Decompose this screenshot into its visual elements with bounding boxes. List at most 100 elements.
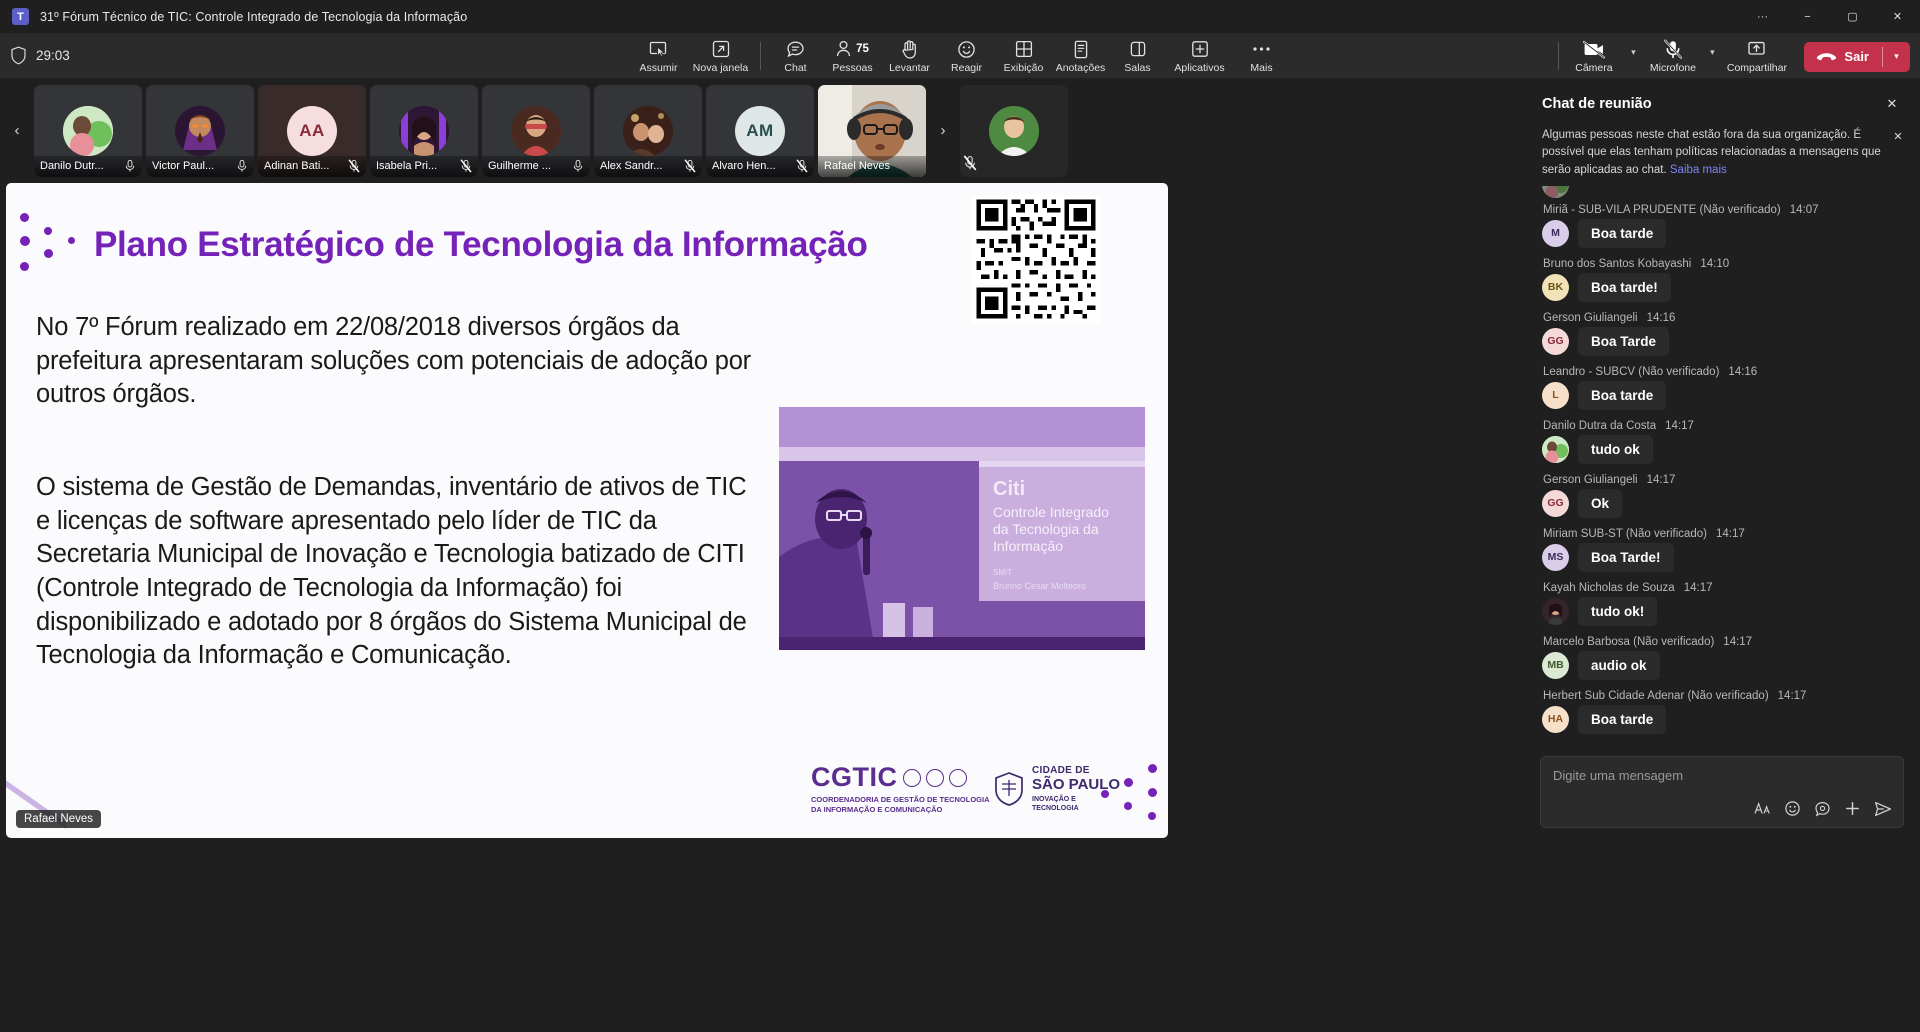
participant-tile[interactable]: Guilherme ... [482,84,590,177]
apps-label: Aplicativos [1174,61,1225,74]
chat-message: Gerson Giuliangeli 14:17 GG Ok [1542,474,1904,518]
participant-namebar: Danilo Dutr... [34,155,142,177]
dismiss-notice-icon[interactable]: ✕ [1888,127,1908,147]
hang-up-icon [1816,51,1837,63]
avatar [175,105,225,156]
close-chat-icon[interactable]: ✕ [1879,91,1905,117]
share-screen-icon [1745,39,1768,60]
new-window-button[interactable]: Nova janela [687,36,754,76]
take-control-button[interactable]: Assumir [630,36,687,76]
meeting-toolbar: 29:03 Assumir Nova janela Chat 75 Pessoa… [0,33,1920,78]
people-label: Pessoas [832,61,873,74]
chat-message-input[interactable] [1541,757,1903,787]
participant-name: Danilo Dutr... [40,160,104,172]
microphone-off-icon [1663,39,1683,60]
chat-message-body: tudo ok! [1542,596,1904,626]
view-icon [1014,39,1034,60]
participant-namebar: Victor Paul... [146,155,254,177]
decor-dot [1148,764,1157,773]
filmstrip-prev-button[interactable]: ‹ [4,85,30,177]
chat-message: Gerson Giuliangeli 14:16 GG Boa Tarde [1542,312,1904,356]
chat-time: 14:17 [1777,689,1807,702]
toolbar-right-controls: Câmera ▾ Microfone ▾ Compartilhar Sair ▾ [1552,36,1910,76]
chat-author: Miriam SUB-ST (Não verificado) [1543,527,1708,540]
chat-text: Ok [1578,488,1623,518]
send-icon[interactable] [1869,796,1896,821]
leave-meeting-button[interactable]: Sair [1804,42,1882,72]
chat-message-meta: Kayah Nicholas de Souza 14:17 [1542,582,1904,594]
decor-dot [1124,778,1133,787]
more-options-button[interactable]: Mais [1233,36,1290,76]
shared-content-stage[interactable]: Plano Estratégico de Tecnologia da Infor… [6,183,1168,838]
avatar [1542,597,1569,625]
avatar: GG [1542,489,1569,517]
chat-message-meta: Herbert Sub Cidade Adenar (Não verificad… [1542,690,1904,702]
chat-message: Kayah Nicholas de Souza 14:17 tudo ok! [1542,582,1904,626]
react-label: Reagir [951,61,982,74]
notes-button[interactable]: Anotações [1052,36,1109,76]
chat-notice-link[interactable]: Saiba mais [1670,164,1727,176]
filmstrip-next-button[interactable]: › [930,85,956,177]
chat-scroll-peek [1542,185,1904,198]
participant-tile[interactable]: Alex Sandr... [594,84,702,177]
chat-author: Kayah Nicholas de Souza [1543,581,1675,594]
elapsed-time: 29:03 [36,48,70,63]
chat-message-body: BK Boa tarde! [1542,272,1904,302]
svg-text:Informação: Informação [993,538,1063,554]
decor-dot [1101,790,1109,798]
participant-name: Victor Paul... [152,160,215,172]
cgtic-logo: CGTIC COORDENADORIA DE GESTÃO DE TECNOLO… [811,762,989,815]
participant-tile[interactable]: AA Adinan Bati... [258,84,366,177]
chat-message-list[interactable]: Miriã - SUB-VILA PRUDENTE (Não verificad… [1528,185,1914,750]
minimize-button[interactable]: − [1785,0,1830,33]
more-window-options-button[interactable]: ··· [1740,0,1785,33]
breakout-rooms-button[interactable]: Salas [1109,36,1166,76]
format-text-icon[interactable] [1749,796,1776,821]
view-button[interactable]: Exibição [995,36,1052,76]
participant-tile[interactable]: AM Alvaro Hen... [706,84,814,177]
avatar [1542,185,1569,198]
people-icon: 75 [836,39,869,60]
participant-tile[interactable]: Danilo Dutr... [34,84,142,177]
chat-author: Gerson Giuliangeli [1543,473,1638,486]
presenter-name-badge: Rafael Neves [16,810,102,828]
chat-author: Marcelo Barbosa (Não verificado) [1543,635,1715,648]
chat-message: Miriã - SUB-VILA PRUDENTE (Não verificad… [1542,204,1904,248]
chat-button[interactable]: Chat [767,36,824,76]
sao-paulo-text: CIDADE DE SÃO PAULO INOVAÇÃO E TECNOLOGI… [1032,765,1120,813]
close-window-button[interactable]: ✕ [1875,0,1920,33]
decor-dot [44,227,52,235]
leave-options-chevron-down-icon[interactable]: ▾ [1883,42,1910,72]
emoji-icon[interactable] [1779,796,1806,821]
chat-message-meta: Marcelo Barbosa (Não verificado) 14:17 [1542,636,1904,648]
camera-options-chevron-down-icon[interactable]: ▾ [1622,38,1644,76]
microphone-button[interactable]: Microfone [1644,36,1701,76]
participant-tile[interactable]: Victor Paul... [146,84,254,177]
chat-time: 14:17 [1716,527,1745,540]
svg-text:da Tecnologia da: da Tecnologia da [993,521,1099,537]
avatar [63,105,113,156]
people-button[interactable]: 75 Pessoas [824,36,881,76]
notes-label: Anotações [1055,61,1106,74]
leave-meeting-control: Sair ▾ [1804,41,1910,72]
slide-title: Plano Estratégico de Tecnologia da Infor… [94,225,868,264]
camera-off-icon [1582,39,1606,60]
chat-author: Gerson Giuliangeli [1543,311,1638,324]
maximize-button[interactable]: ▢ [1830,0,1875,33]
chat-message: Bruno dos Santos Kobayashi 14:10 BK Boa … [1542,258,1904,302]
avatar-initials: BK [1547,281,1564,294]
breakout-rooms-label: Salas [1124,61,1151,74]
raise-hand-button[interactable]: Levantar [881,36,938,76]
participant-tile-active-speaker[interactable]: Rafael Neves [818,84,926,177]
add-attachment-icon[interactable] [1839,796,1866,821]
chat-time: 14:17 [1683,581,1713,594]
microphone-options-chevron-down-icon[interactable]: ▾ [1701,38,1723,76]
giphy-icon[interactable] [1809,796,1836,821]
participant-tile[interactable]: Isabela Pri... [370,84,478,177]
share-screen-button[interactable]: Compartilhar [1723,36,1790,76]
camera-button[interactable]: Câmera [1565,36,1622,76]
react-button[interactable]: Reagir [938,36,995,76]
chat-external-notice: Algumas pessoas neste chat estão fora da… [1528,122,1914,186]
apps-button[interactable]: Aplicativos [1166,36,1233,76]
avatar-initials: MS [1547,551,1564,564]
